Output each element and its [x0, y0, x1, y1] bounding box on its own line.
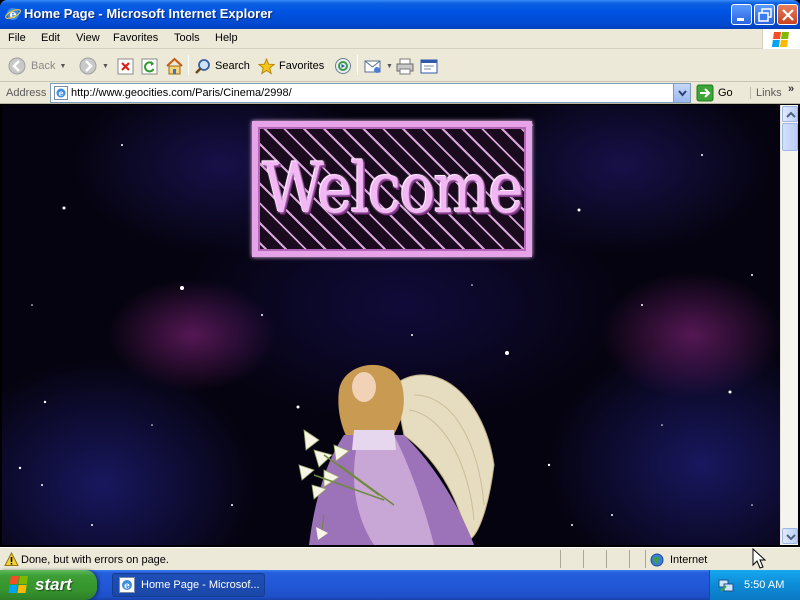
toolbar-separator — [188, 55, 189, 75]
task-label: Home Page - Microsof... — [141, 579, 260, 591]
search-button[interactable]: Search — [194, 54, 250, 78]
status-divider — [606, 550, 607, 568]
system-tray: 5:50 AM — [709, 570, 800, 600]
close-button[interactable] — [777, 4, 798, 25]
home-button[interactable] — [165, 54, 184, 78]
status-text: Done, but with errors on page. — [21, 554, 169, 566]
security-zone: Internet — [650, 553, 707, 567]
status-divider — [583, 550, 584, 568]
print-button[interactable] — [396, 54, 414, 78]
go-label: Go — [718, 87, 733, 99]
go-button[interactable]: Go — [696, 83, 733, 103]
menu-view[interactable]: View — [76, 32, 100, 44]
menu-file[interactable]: File — [8, 32, 26, 44]
home-icon — [166, 57, 183, 75]
stop-icon — [117, 58, 134, 74]
status-bar: Done, but with errors on page. Internet — [0, 547, 800, 570]
ie-page-icon: e — [54, 86, 68, 103]
back-arrow-icon — [8, 57, 26, 75]
stop-button[interactable] — [117, 54, 134, 78]
go-arrow-icon — [696, 84, 714, 102]
forward-arrow-icon — [79, 57, 97, 75]
page-viewport: Welcome — [2, 105, 780, 545]
favorites-button[interactable]: Favorites — [258, 54, 324, 78]
network-icon[interactable] — [718, 577, 734, 593]
address-label: Address — [6, 87, 47, 99]
minimize-icon — [737, 18, 744, 21]
zone-label: Internet — [670, 554, 708, 566]
globe-icon — [650, 553, 664, 567]
toolbar-separator — [357, 55, 358, 75]
svg-text:e: e — [58, 88, 63, 98]
back-button[interactable]: Back ▼ — [7, 54, 66, 78]
window-title: Home Page - Microsoft Internet Explorer — [24, 6, 273, 21]
print-icon — [396, 58, 414, 74]
menu-favorites[interactable]: Favorites — [113, 32, 158, 44]
scroll-up-button[interactable] — [782, 106, 798, 122]
address-url: http://www.geocities.com/Paris/Cinema/29… — [71, 87, 292, 99]
restore-icon — [758, 8, 772, 22]
standard-toolbar: Back ▼ ▼ Search Favorites ▼ — [0, 49, 800, 82]
forward-button[interactable]: ▼ — [78, 54, 109, 78]
back-dropdown-icon[interactable]: ▼ — [59, 63, 66, 70]
refresh-icon — [141, 58, 158, 74]
svg-text:e: e — [124, 582, 130, 592]
maximize-button[interactable] — [754, 4, 775, 25]
menu-tools[interactable]: Tools — [174, 32, 200, 44]
chevron-right-icon[interactable]: » — [788, 83, 794, 95]
favorites-star-icon — [258, 57, 275, 75]
menu-bar: File Edit View Favorites Tools Help — [0, 29, 800, 49]
edit-page-button[interactable] — [420, 54, 438, 78]
address-input[interactable]: e http://www.geocities.com/Paris/Cinema/… — [50, 83, 691, 103]
windows-flag-icon — [762, 29, 800, 50]
status-divider — [560, 550, 561, 568]
search-icon — [195, 58, 210, 74]
welcome-text: Welcome — [262, 148, 524, 230]
angel-image — [298, 364, 495, 545]
status-divider — [629, 550, 630, 568]
edit-window-icon — [420, 59, 438, 73]
arrow-up-icon — [786, 111, 796, 118]
warning-icon[interactable] — [4, 551, 19, 570]
scroll-down-button[interactable] — [782, 528, 798, 544]
start-label: start — [35, 575, 72, 594]
minimize-button[interactable] — [731, 4, 752, 25]
ie-icon: e — [119, 577, 135, 593]
taskbar: start e Home Page - Microsof... 5:50 AM — [0, 570, 800, 600]
back-label: Back — [31, 60, 56, 72]
mouse-cursor-icon — [752, 548, 766, 569]
clock[interactable]: 5:50 AM — [744, 579, 784, 591]
title-bar: e Home Page - Microsoft Internet Explore… — [0, 0, 800, 29]
windows-logo-icon — [8, 576, 28, 593]
refresh-button[interactable] — [141, 54, 158, 78]
taskbar-item-ie[interactable]: e Home Page - Microsof... — [112, 573, 265, 597]
ie-icon: e — [5, 6, 21, 22]
mail-icon — [364, 60, 381, 73]
media-button[interactable] — [334, 54, 352, 78]
welcome-banner: Welcome — [252, 121, 532, 257]
menu-edit[interactable]: Edit — [41, 32, 60, 44]
search-label: Search — [215, 60, 250, 72]
arrow-down-icon — [786, 534, 796, 541]
address-dropdown-button[interactable] — [673, 84, 690, 102]
start-button[interactable]: start — [0, 570, 97, 600]
scroll-thumb[interactable] — [782, 123, 798, 151]
forward-dropdown-icon[interactable]: ▼ — [102, 63, 109, 70]
menu-help[interactable]: Help — [215, 32, 238, 44]
status-divider — [645, 550, 646, 568]
address-bar: Address e http://www.geocities.com/Paris… — [0, 82, 800, 104]
close-icon — [782, 9, 794, 21]
favorites-label: Favorites — [279, 60, 325, 72]
chevron-down-icon — [678, 90, 687, 97]
mail-button[interactable]: ▼ — [364, 54, 393, 78]
mail-dropdown-icon[interactable]: ▼ — [386, 63, 393, 70]
links-label[interactable]: Links — [750, 87, 782, 99]
media-icon — [335, 58, 351, 74]
vertical-scrollbar[interactable] — [780, 105, 798, 545]
